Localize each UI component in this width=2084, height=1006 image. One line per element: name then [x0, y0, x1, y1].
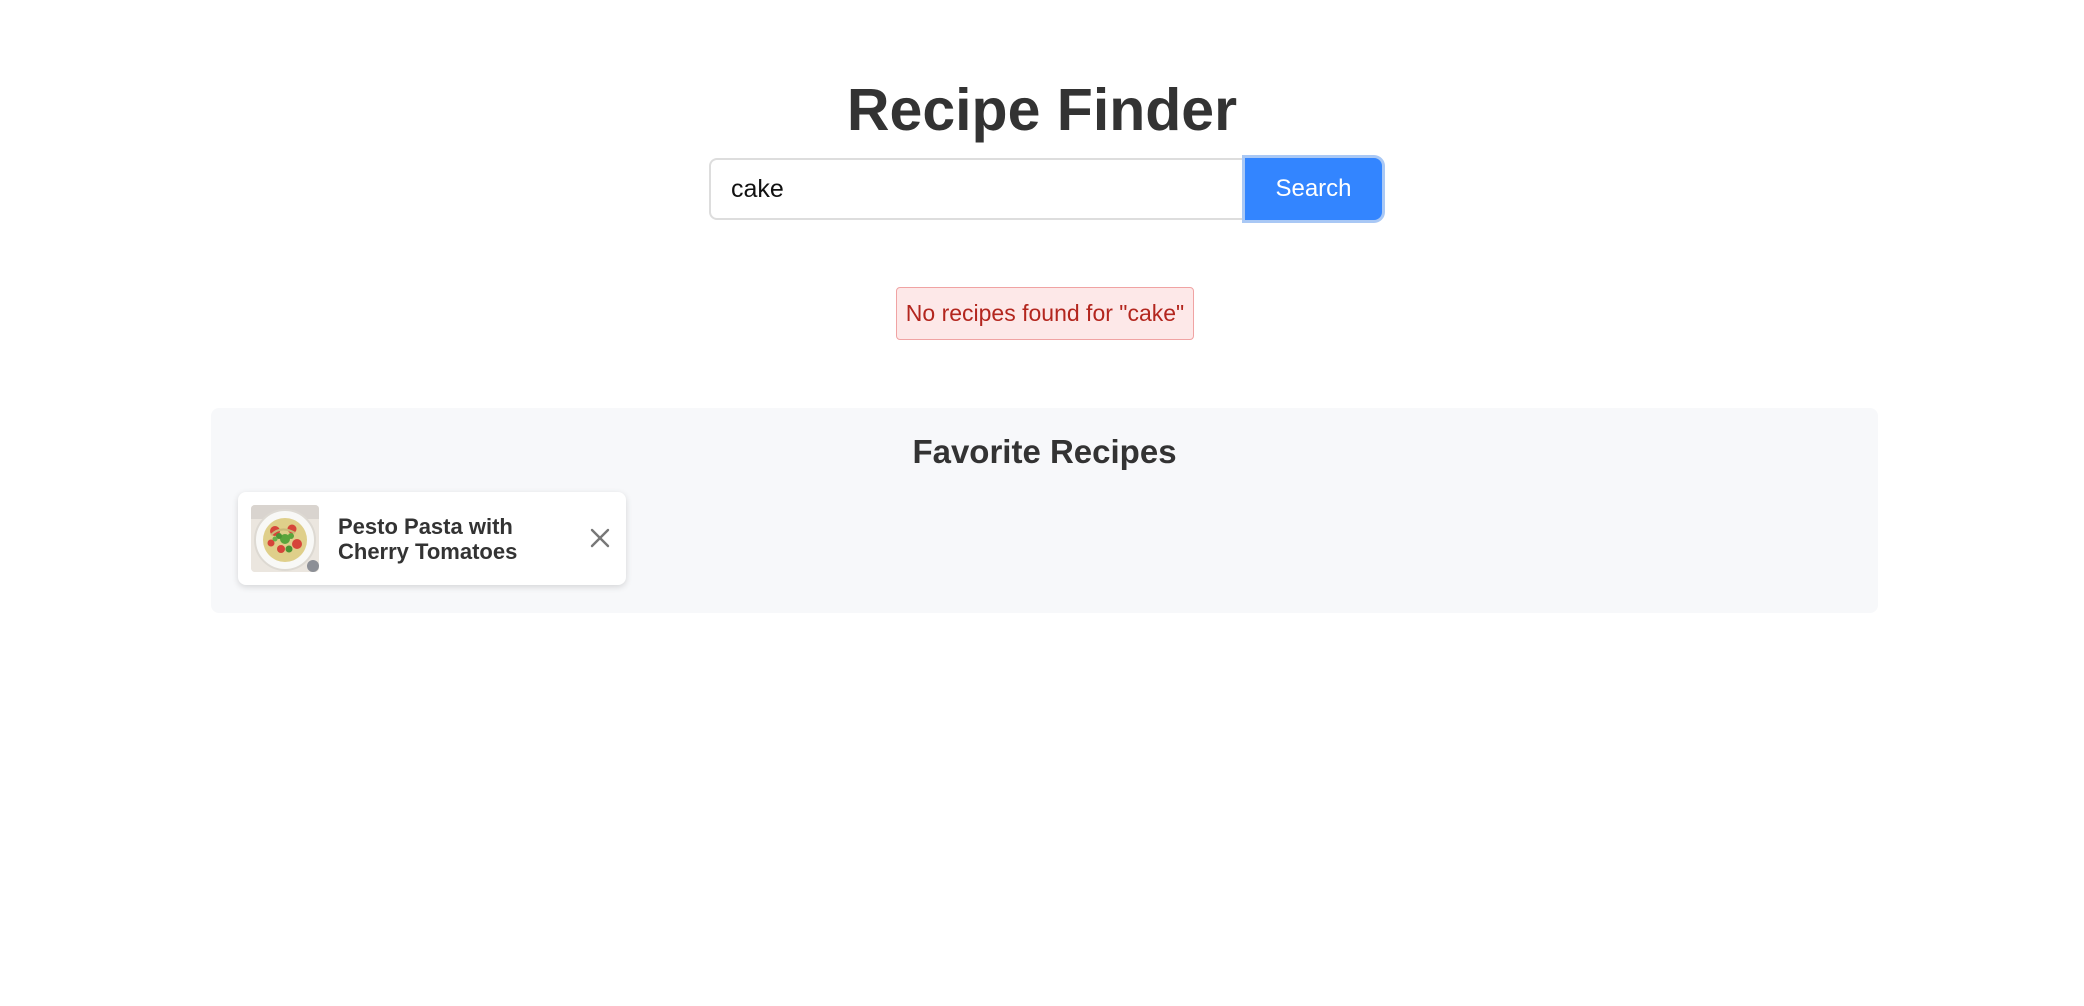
- remove-favorite-button[interactable]: [586, 524, 614, 552]
- favorite-recipe-card[interactable]: Pesto Pasta with Cherry Tomatoes: [238, 492, 626, 585]
- no-results-message: No recipes found for "cake": [896, 287, 1194, 340]
- search-input[interactable]: [709, 158, 1245, 220]
- favorites-panel: Favorite Recipes Pesto Pasta with Cherry…: [211, 408, 1878, 613]
- recipe-thumbnail-image: [251, 505, 319, 572]
- search-bar: Search: [709, 158, 1382, 220]
- close-icon: [590, 528, 610, 548]
- page-title: Recipe Finder: [846, 77, 1238, 143]
- search-button[interactable]: Search: [1245, 158, 1382, 220]
- favorites-title: Favorite Recipes: [912, 433, 1177, 470]
- recipe-finder-app: Recipe Finder Search No recipes found fo…: [0, 0, 2084, 1006]
- favorite-recipe-name[interactable]: Pesto Pasta with Cherry Tomatoes: [338, 514, 568, 564]
